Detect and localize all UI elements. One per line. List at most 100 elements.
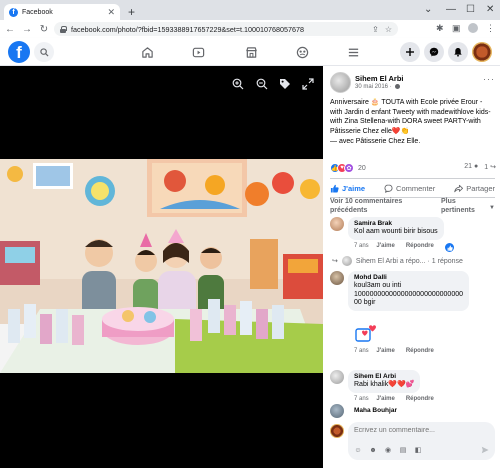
comment-reply-link[interactable]: Répondre xyxy=(406,396,434,402)
comment-bubble: Mohd Dalli koul3am ou inti 1000000000000… xyxy=(348,271,470,311)
comment-count-value[interactable]: 21 xyxy=(464,163,472,170)
comment-input[interactable] xyxy=(354,427,489,434)
comment-reply-link[interactable]: Répondre xyxy=(406,243,434,249)
nav-home[interactable] xyxy=(139,44,155,60)
post-text: Anniversaire 🎂 TOUTA with Ecole privée E… xyxy=(330,99,491,135)
facebook-logo[interactable]: f xyxy=(8,41,30,63)
author-avatar[interactable] xyxy=(330,72,351,93)
comment-count[interactable]: 21 ● xyxy=(464,163,478,171)
comment-input-box[interactable]: ☺ ☻ ◉ ▤ ◧ xyxy=(348,422,495,460)
share-button[interactable]: Partager xyxy=(454,184,495,193)
hamburger-menu-icon xyxy=(348,48,358,56)
back-icon[interactable]: ← xyxy=(3,24,17,35)
reply-count[interactable]: 1 réponse xyxy=(432,258,463,265)
camera-icon[interactable]: ◉ xyxy=(384,446,392,454)
reaction-count[interactable]: 20 xyxy=(358,165,366,172)
post-date[interactable]: 30 mai 2016 · xyxy=(355,84,401,90)
commenter-name[interactable]: Samira Brak xyxy=(354,220,438,228)
nav-watch[interactable] xyxy=(190,44,206,60)
reply-preview-text[interactable]: Sihem El Arbi a répo... xyxy=(356,258,426,265)
reply-separator: · xyxy=(427,257,430,265)
plus-icon xyxy=(406,48,414,56)
address-bar[interactable]: facebook.com/photo/?fbid=159338891765722… xyxy=(54,22,398,36)
gif-icon[interactable]: ▤ xyxy=(399,446,407,454)
bookmark-star-icon[interactable]: ☆ xyxy=(385,25,392,34)
browser-menu-icon[interactable]: ⋮ xyxy=(486,23,495,34)
tag-icon[interactable] xyxy=(278,77,292,91)
comment-reply-link[interactable]: Répondre xyxy=(406,348,434,354)
comment-time[interactable]: 7 ans xyxy=(354,396,369,402)
new-tab-button[interactable]: + xyxy=(128,5,135,19)
emoji-icon[interactable]: ☻ xyxy=(369,446,377,454)
notifications-button[interactable] xyxy=(448,42,468,62)
commenter-avatar[interactable] xyxy=(330,271,344,285)
author-name[interactable]: Sihem El Arbi xyxy=(355,74,403,83)
nav-menu[interactable] xyxy=(345,44,361,60)
nav-marketplace[interactable] xyxy=(243,44,259,60)
commenter-name[interactable]: Mohd Dalli xyxy=(354,274,463,282)
create-button[interactable] xyxy=(400,42,420,62)
comment-like-link[interactable]: J'aime xyxy=(376,348,394,354)
commenter-avatar[interactable] xyxy=(330,370,344,384)
avatar-sticker-icon[interactable]: ☺ xyxy=(354,446,362,454)
window-minimize-button[interactable]: — xyxy=(446,4,456,15)
comment-like-link[interactable]: J'aime xyxy=(376,243,394,249)
window-chevron-icon[interactable]: ⌄ xyxy=(424,4,432,15)
commenter-name[interactable]: Sihem El Arbi xyxy=(354,373,414,381)
comment-text-line: 1000000000000000000000000000 xyxy=(354,290,464,298)
video-icon xyxy=(192,47,204,57)
comment-like-link[interactable]: J'aime xyxy=(376,396,394,402)
messenger-button[interactable] xyxy=(424,42,444,62)
extensions-icon[interactable]: ✱ xyxy=(436,23,444,34)
window-close-button[interactable]: ✕ xyxy=(486,4,494,15)
share-count[interactable]: 1 ↪ xyxy=(484,163,496,171)
browser-tab[interactable]: f Facebook ✕ xyxy=(4,4,120,20)
search-button[interactable] xyxy=(34,42,54,62)
reply-avatar xyxy=(341,256,352,266)
commenter-name[interactable]: Maha Bouhjar xyxy=(354,407,397,415)
post-header: Sihem El Arbi 30 mai 2016 · ··· xyxy=(330,72,495,96)
zoom-in-icon[interactable] xyxy=(231,77,245,91)
send-icon[interactable] xyxy=(481,446,489,454)
comment-meta: 7 ans J'aime Répondre xyxy=(354,243,434,249)
reaction-summary[interactable]: 👍 ♥ ✿ 20 xyxy=(330,162,366,174)
fullscreen-icon[interactable] xyxy=(301,77,315,91)
window-maximize-button[interactable]: ☐ xyxy=(466,4,475,15)
sort-caret-icon[interactable]: ▼ xyxy=(489,205,495,211)
side-panel-icon[interactable]: ▣ xyxy=(452,23,461,34)
tab-close-icon[interactable]: ✕ xyxy=(107,7,115,18)
browser-toolbar: ← → ↻ facebook.com/photo/?fbid=159338891… xyxy=(0,20,500,38)
comment-sort-dropdown[interactable]: Plus pertinents xyxy=(441,197,487,215)
comment-like-badge[interactable] xyxy=(445,243,454,252)
nav-groups[interactable] xyxy=(294,44,310,60)
account-avatar[interactable] xyxy=(472,42,492,62)
forward-icon[interactable]: → xyxy=(20,24,34,35)
commenter-avatar[interactable] xyxy=(330,404,344,418)
tab-strip: f Facebook ✕ + ⌄ — ☐ ✕ xyxy=(0,0,500,20)
post-date-text[interactable]: 30 mai 2016 xyxy=(355,84,388,90)
comment-time[interactable]: 7 ans xyxy=(354,243,369,249)
tagged-place[interactable]: Pâtisserie Chez Elle xyxy=(356,138,419,145)
home-icon xyxy=(141,46,153,58)
share-page-icon[interactable]: ⇪ xyxy=(372,25,379,34)
facebook-favicon-icon: f xyxy=(9,7,18,17)
commenter-avatar[interactable] xyxy=(330,217,344,231)
more-options-icon[interactable]: ··· xyxy=(483,74,495,84)
comment-button[interactable]: Commenter xyxy=(384,184,435,193)
like-button[interactable]: J'aime xyxy=(330,184,365,193)
comment-time[interactable]: 7 ans xyxy=(354,348,369,354)
comment-bubble: Sihem El Arbi Rabi khalik❤️❤️💕 xyxy=(348,370,421,393)
comment-label: Commenter xyxy=(396,184,436,193)
globe-icon xyxy=(395,84,401,89)
profile-icon[interactable] xyxy=(468,23,478,33)
tab-title: Facebook xyxy=(22,8,53,16)
reply-preview[interactable]: ↪ Sihem El Arbi a répo... · 1 réponse xyxy=(332,256,463,266)
zoom-out-icon[interactable] xyxy=(255,77,269,91)
share-count-value[interactable]: 1 xyxy=(484,164,488,171)
comment-text-line: 00 bgir xyxy=(354,299,376,306)
view-previous-comments-link[interactable]: Voir 10 commentaires précédents xyxy=(330,197,410,215)
url-text[interactable]: facebook.com/photo/?fbid=159338891765722… xyxy=(71,25,372,34)
sticker-icon[interactable]: ◧ xyxy=(414,446,422,454)
reload-icon[interactable]: ↻ xyxy=(37,24,51,35)
post-photo[interactable] xyxy=(0,159,323,373)
